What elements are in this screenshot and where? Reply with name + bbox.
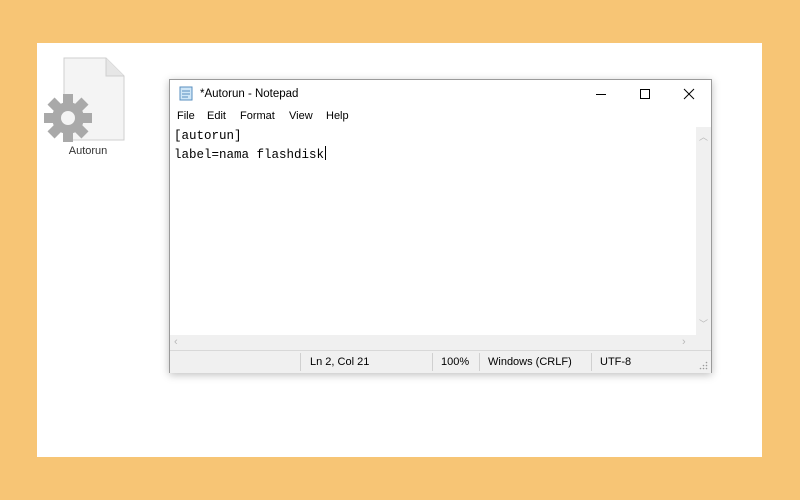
encoding: UTF-8 bbox=[600, 356, 632, 368]
status-bar: Ln 2, Col 21 100% Windows (CRLF) UTF-8 bbox=[170, 350, 711, 373]
status-separator bbox=[300, 353, 301, 371]
scroll-up-arrow-icon[interactable]: ︿ bbox=[699, 130, 708, 143]
editor-line-2-wrap: label=nama flashdisk bbox=[174, 146, 327, 162]
menu-view[interactable]: View bbox=[289, 110, 313, 122]
notepad-app-icon bbox=[179, 86, 193, 101]
close-button[interactable] bbox=[667, 80, 711, 108]
scroll-left-arrow-icon[interactable]: ‹ bbox=[174, 336, 178, 348]
status-separator bbox=[591, 353, 592, 371]
resize-grip-icon[interactable] bbox=[698, 360, 708, 370]
notepad-window[interactable]: *Autorun - Notepad File Edit Format View… bbox=[169, 79, 712, 373]
editor-line-1: [autorun] bbox=[174, 129, 242, 143]
line-ending: Windows (CRLF) bbox=[488, 356, 572, 368]
close-icon bbox=[683, 88, 695, 100]
zoom-level: 100% bbox=[441, 356, 470, 368]
window-title: *Autorun - Notepad bbox=[200, 88, 299, 100]
scroll-down-arrow-icon[interactable]: ﹀ bbox=[699, 317, 708, 330]
editor-line-2: label=nama flashdisk bbox=[174, 148, 325, 162]
menu-edit[interactable]: Edit bbox=[207, 110, 226, 122]
horizontal-scrollbar[interactable]: ‹ › bbox=[170, 335, 696, 350]
title-bar[interactable]: *Autorun - Notepad bbox=[170, 80, 711, 108]
menu-help[interactable]: Help bbox=[326, 110, 349, 122]
text-editor-area[interactable]: [autorun] label=nama flashdisk bbox=[170, 127, 696, 335]
scrollbar-corner bbox=[696, 335, 711, 350]
text-caret bbox=[325, 146, 327, 160]
vertical-scrollbar[interactable]: ︿ ﹀ bbox=[696, 127, 711, 335]
menu-format[interactable]: Format bbox=[240, 110, 275, 122]
menu-file[interactable]: File bbox=[177, 110, 195, 122]
maximize-icon bbox=[640, 89, 650, 99]
settings-file-icon bbox=[44, 57, 125, 142]
minimize-button[interactable] bbox=[579, 80, 623, 108]
maximize-button[interactable] bbox=[623, 80, 667, 108]
status-separator bbox=[479, 353, 480, 371]
autorun-desktop-file[interactable]: Autorun bbox=[44, 56, 132, 164]
menu-bar: File Edit Format View Help bbox=[170, 108, 711, 126]
scroll-right-arrow-icon[interactable]: › bbox=[682, 336, 686, 348]
cursor-position: Ln 2, Col 21 bbox=[310, 356, 370, 368]
status-separator bbox=[432, 353, 433, 371]
minimize-icon bbox=[596, 94, 606, 95]
desktop-file-label: Autorun bbox=[68, 145, 108, 157]
